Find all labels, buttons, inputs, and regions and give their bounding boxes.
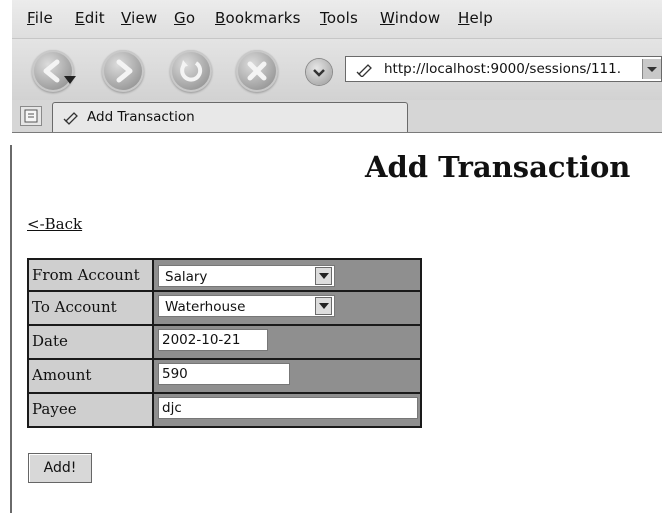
form-row-date: Date 2002-10-21 [27,326,422,360]
menu-window[interactable]: Window [380,9,440,27]
page-title: Add Transaction [365,150,631,184]
amount-label: Amount [27,360,154,394]
payee-label: Payee [27,394,154,428]
home-button[interactable] [306,59,332,85]
back-history-dropdown-icon[interactable] [64,76,76,84]
page-icon [63,112,78,125]
back-button[interactable] [32,50,74,92]
chevron-down-icon [313,69,325,77]
arrow-right-icon [116,59,133,83]
from-account-cell: Salary [154,258,422,292]
window-frame-line [10,145,12,513]
chevron-down-icon [319,273,329,279]
arrow-left-icon [43,59,60,83]
reload-button[interactable] [170,50,212,92]
tab-add-transaction[interactable]: Add Transaction [52,102,408,132]
from-account-dropdown-button[interactable] [315,267,332,285]
menu-edit[interactable]: Edit [75,9,105,27]
url-bar[interactable]: http://localhost:9000/sessions/111. [345,56,662,82]
form-row-amount: Amount 590 [27,360,422,394]
url-text: http://localhost:9000/sessions/111. [384,61,622,77]
menu-bar: File Edit View Go Bookmarks Tools Window… [12,0,662,38]
menu-file[interactable]: File [27,9,53,27]
form-row-to-account: To Account Waterhouse [27,292,422,326]
url-history-dropdown[interactable] [642,59,661,79]
amount-cell: 590 [154,360,422,394]
menu-help[interactable]: Help [458,9,493,27]
to-account-cell: Waterhouse [154,292,422,326]
back-link[interactable]: <-Back [27,215,82,233]
form-row-payee: Payee djc [27,394,422,428]
add-button[interactable]: Add! [28,453,92,483]
payee-cell: djc [154,394,422,428]
chevron-down-icon [647,67,657,72]
date-cell: 2002-10-21 [154,326,422,360]
menu-view[interactable]: View [121,9,157,27]
new-tab-icon [24,109,38,123]
forward-button[interactable] [102,50,144,92]
to-account-select[interactable]: Waterhouse [158,295,335,317]
form-row-from-account: From Account Salary [27,258,422,292]
to-account-dropdown-button[interactable] [315,297,332,315]
menu-bookmarks[interactable]: Bookmarks [215,9,301,27]
menu-go[interactable]: Go [174,9,195,27]
page-proxy-icon [356,64,372,77]
amount-input[interactable]: 590 [158,363,290,385]
new-tab-button[interactable] [20,106,42,126]
tab-label: Add Transaction [87,109,195,125]
to-account-label: To Account [27,292,154,326]
date-label: Date [27,326,154,360]
to-account-value: Waterhouse [165,299,246,315]
payee-input[interactable]: djc [158,397,418,419]
from-account-label: From Account [27,258,154,292]
reload-icon [180,60,203,82]
menu-tools[interactable]: Tools [320,9,358,27]
from-account-select[interactable]: Salary [158,265,335,287]
from-account-value: Salary [165,269,208,285]
stop-icon [247,61,267,81]
date-input[interactable]: 2002-10-21 [158,329,268,351]
stop-button[interactable] [236,50,278,92]
chevron-down-icon [319,303,329,309]
